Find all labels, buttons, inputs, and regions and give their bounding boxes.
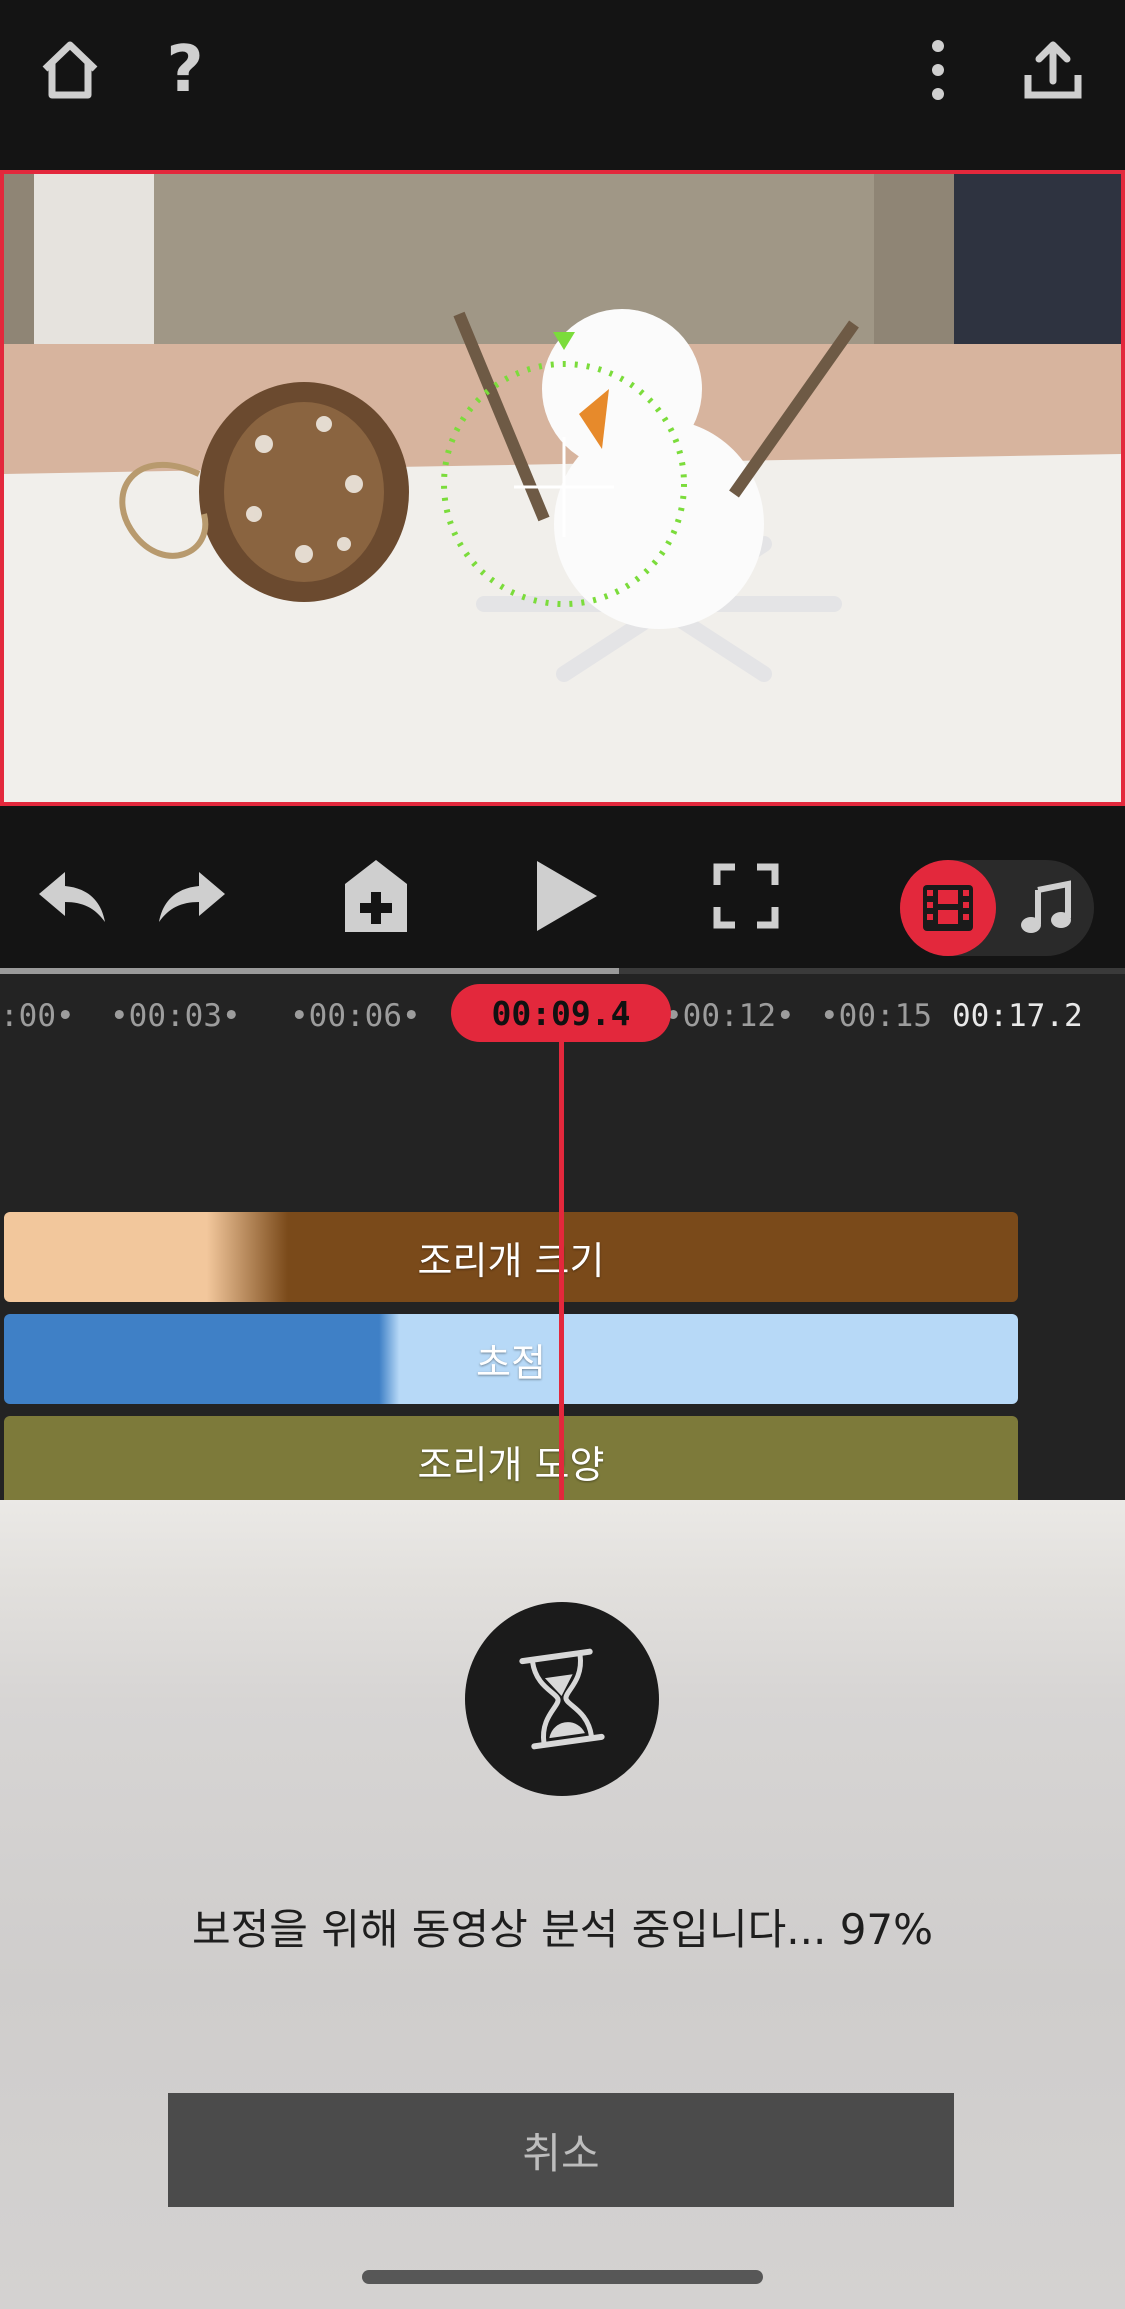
analysis-dialog: 보정을 위해 동영상 분석 중입니다... 97% 취소 bbox=[0, 1500, 1125, 2309]
help-icon[interactable]: ? bbox=[145, 30, 225, 110]
playback-controls bbox=[0, 806, 1125, 972]
time-tick: :00• bbox=[0, 998, 75, 1034]
track-label: 조리개 모양 bbox=[417, 1442, 605, 1487]
effect-track-focus[interactable]: 초점 bbox=[4, 1314, 1018, 1404]
preview-scene bbox=[4, 174, 1121, 802]
home-indicator[interactable] bbox=[362, 2270, 763, 2284]
undo-icon[interactable] bbox=[32, 856, 112, 936]
analysis-message: 보정을 위해 동영상 분석 중입니다... 97% bbox=[191, 1905, 934, 1954]
video-preview[interactable] bbox=[0, 170, 1125, 806]
effect-track-aperture-shape[interactable]: 조리개 모양 bbox=[4, 1416, 1018, 1500]
redo-icon[interactable] bbox=[152, 856, 232, 936]
video-track-icon[interactable] bbox=[900, 860, 996, 956]
add-clip-icon[interactable] bbox=[336, 856, 416, 936]
time-tick: •00:06• bbox=[290, 998, 421, 1034]
time-tick: •00:03• bbox=[110, 998, 241, 1034]
track-label: 조리개 크기 bbox=[417, 1238, 605, 1283]
end-time: 00:17.2 bbox=[952, 998, 1083, 1034]
fullscreen-icon[interactable] bbox=[706, 856, 786, 936]
more-icon[interactable] bbox=[898, 30, 978, 110]
time-tick: •00:15 bbox=[820, 998, 932, 1034]
time-tick: •00:12• bbox=[664, 998, 795, 1034]
track-label: 초점 bbox=[476, 1340, 546, 1385]
track-mode-toggle[interactable] bbox=[900, 860, 1094, 956]
home-icon[interactable] bbox=[30, 30, 110, 110]
hourglass-icon bbox=[465, 1602, 659, 1796]
timeline[interactable]: :00• •00:03• •00:06• •00:12• •00:15 00:1… bbox=[0, 974, 1125, 1500]
playhead-time[interactable]: 00:09.4 bbox=[451, 984, 671, 1042]
play-icon[interactable] bbox=[526, 856, 606, 936]
share-icon[interactable] bbox=[1013, 30, 1093, 110]
playhead[interactable] bbox=[559, 1036, 564, 1500]
top-bar: ? bbox=[0, 0, 1125, 170]
effect-track-aperture-size[interactable]: 조리개 크기 bbox=[4, 1212, 1018, 1302]
cancel-button[interactable]: 취소 bbox=[168, 2093, 954, 2207]
audio-track-icon[interactable] bbox=[998, 860, 1094, 956]
